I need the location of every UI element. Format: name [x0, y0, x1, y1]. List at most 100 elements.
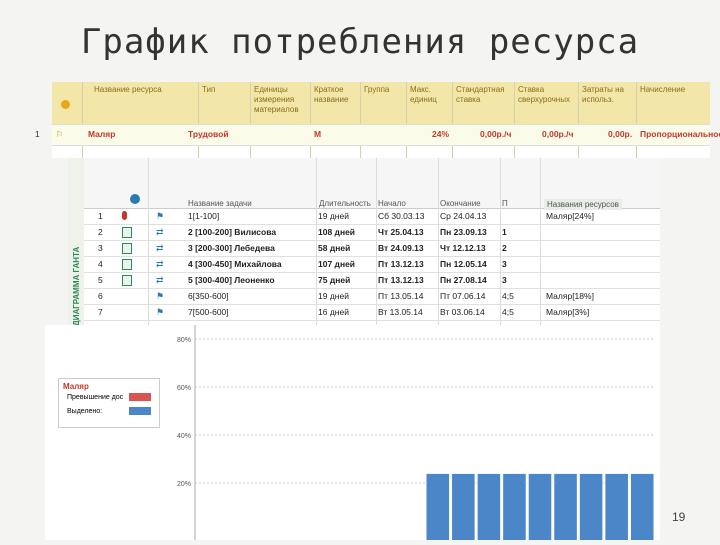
task-start[interactable]: Вт 24.09.13: [378, 243, 424, 253]
task-predecessors[interactable]: 4;5: [502, 307, 514, 317]
resource-cost-use[interactable]: 0,00р.: [608, 129, 632, 139]
task-name[interactable]: 4 [300-450] Михайлова: [188, 259, 282, 269]
task-start[interactable]: Сб 30.03.13: [378, 211, 424, 221]
usage-bar: [527, 472, 553, 542]
resource-usage-chart: 80% 60% 40% 20%: [177, 325, 655, 542]
task-duration[interactable]: 19 дней: [318, 291, 349, 301]
usage-bar: [629, 472, 655, 542]
task-name[interactable]: 5 [300-400] Леоненко: [188, 275, 275, 285]
resource-std-rate[interactable]: 0,00р./ч: [480, 129, 511, 139]
y-tick-label: 40%: [177, 433, 191, 440]
usage-bar: [451, 472, 476, 542]
row-number: 5: [98, 275, 103, 285]
resource-row[interactable]: 1 ⚐ Маляр Трудовой М 24% 0,00р./ч 0,00р.…: [35, 124, 720, 146]
col-header-std-rate[interactable]: Стандартная ставка: [456, 85, 511, 105]
task-start[interactable]: Пт 13.12.13: [378, 275, 424, 285]
col-header-units[interactable]: Единицы измерения материалов: [254, 85, 309, 115]
col-header-duration[interactable]: Длительность: [319, 199, 371, 208]
task-duration[interactable]: 107 дней: [318, 259, 355, 269]
task-duration[interactable]: 108 дней: [318, 227, 355, 237]
col-header-cost-use[interactable]: Затраты на использ.: [582, 85, 630, 105]
resource-graph: 80% 60% 40% 20%: [45, 325, 660, 542]
col-header-start[interactable]: Начало: [378, 199, 406, 208]
person-icon: [122, 211, 127, 220]
manual-schedule-icon: ⚑: [156, 291, 165, 301]
task-name[interactable]: 3 [200-300] Лебедева: [188, 243, 275, 253]
y-tick-label: 20%: [177, 481, 191, 488]
col-header-type[interactable]: Тип: [202, 85, 247, 95]
manual-schedule-icon: ⚑: [156, 211, 165, 221]
task-start[interactable]: Чт 25.04.13: [378, 227, 424, 237]
usage-bar: [476, 472, 502, 542]
gantt-header: Название задачи Длительность Начало Окон…: [84, 158, 660, 210]
task-name[interactable]: 6[350-600]: [188, 291, 229, 301]
chart-legend: Маляр Превышение доступности: Выделено:: [58, 378, 160, 428]
table-row[interactable]: ⚑ 7 7[500-600] 16 дней Вт 13.05.14 Вт 03.06.1…: [84, 304, 660, 321]
view-tab[interactable]: ДИАГРАММА ГАНТА: [68, 158, 84, 328]
table-row[interactable]: ⚑ 6 6[350-600] 19 дней Пт 13.05.14 Пт 07.06.1…: [84, 288, 660, 305]
task-predecessors[interactable]: 3: [502, 275, 507, 285]
usage-bar: [425, 472, 451, 542]
col-header-finish[interactable]: Окончание: [440, 199, 481, 208]
row-number: 2: [98, 227, 103, 237]
task-finish[interactable]: Пн 12.05.14: [440, 259, 487, 269]
task-start[interactable]: Пт 13.05.14: [378, 291, 423, 301]
task-predecessors[interactable]: 4;5: [502, 291, 514, 301]
task-finish[interactable]: Ср 24.04.13: [440, 211, 486, 221]
task-duration[interactable]: 75 дней: [318, 275, 350, 285]
resource-type[interactable]: Трудовой: [188, 129, 229, 139]
legend-alloc-label: Выделено:: [67, 408, 103, 415]
task-start[interactable]: Вт 13.05.14: [378, 307, 423, 317]
col-header-accrue[interactable]: Начисление: [640, 85, 700, 95]
task-predecessors[interactable]: 3: [502, 259, 507, 269]
table-row[interactable]: ⚑ 1 1[1-100] 19 дней Сб 30.03.13 Ср 24.04.13 М…: [84, 208, 660, 225]
usage-bar: [578, 472, 604, 542]
resource-short[interactable]: М: [314, 129, 321, 139]
task-resources[interactable]: Маляр[18%]: [546, 291, 594, 301]
task-finish[interactable]: Пн 27.08.14: [440, 275, 487, 285]
usage-bar: [604, 472, 629, 542]
resource-name[interactable]: Маляр: [88, 129, 115, 139]
task-finish[interactable]: Пт 07.06.14: [440, 291, 485, 301]
task-name[interactable]: 2 [100-200] Вилисова: [188, 227, 276, 237]
page-number: 19: [672, 510, 686, 524]
table-row[interactable]: ⇄ 4 4 [300-450] Михайлова 107 дней Пт 13.12.…: [84, 256, 660, 273]
legend-over-swatch: [129, 393, 151, 401]
resource-sheet-header: Название ресурса Тип Единицы измерения м…: [52, 82, 710, 124]
task-start[interactable]: Пт 13.12.13: [378, 259, 424, 269]
resource-ovt-rate[interactable]: 0,00р./ч: [542, 129, 573, 139]
col-header-task[interactable]: Название задачи: [188, 199, 252, 208]
auto-schedule-icon: ⇄: [156, 259, 164, 269]
task-name[interactable]: 1[1-100]: [188, 211, 219, 221]
gantt-table: ДИАГРАММА ГАНТА Название задачи Длительн…: [68, 158, 660, 328]
task-predecessors[interactable]: 2: [502, 243, 507, 253]
note-icon: [122, 227, 132, 238]
task-finish[interactable]: Чт 12.12.13: [440, 243, 486, 253]
warning-icon: ⚐: [56, 130, 64, 139]
task-predecessors[interactable]: 1: [502, 227, 507, 237]
col-header-pred[interactable]: П: [502, 199, 508, 208]
task-duration[interactable]: 58 дней: [318, 243, 350, 253]
task-resources[interactable]: Маляр[3%]: [546, 307, 589, 317]
resource-accrue[interactable]: Пропорциональное: [640, 129, 720, 139]
manual-schedule-icon: ⚑: [156, 307, 165, 317]
slide-title: График потребления ресурса: [80, 22, 640, 62]
resource-sheet: Название ресурса Тип Единицы измерения м…: [35, 82, 720, 158]
task-finish[interactable]: Пн 23.09.13: [440, 227, 487, 237]
task-duration[interactable]: 16 дней: [318, 307, 349, 317]
task-duration[interactable]: 19 дней: [318, 211, 349, 221]
col-header-max-units[interactable]: Макс. единиц: [410, 85, 450, 105]
table-row[interactable]: ⇄ 2 2 [100-200] Вилисова 108 дней Чт 25.04.1…: [84, 224, 660, 241]
col-header-short[interactable]: Краткое название: [314, 85, 359, 105]
table-row[interactable]: ⇄ 5 5 [300-400] Леоненко 75 дней Пт 13.12.13…: [84, 272, 660, 289]
task-name[interactable]: 7[500-600]: [188, 307, 229, 317]
task-resources[interactable]: Маляр[24%]: [546, 211, 594, 221]
row-number: 1: [98, 211, 103, 221]
resource-max-units[interactable]: 24%: [432, 129, 449, 139]
task-finish[interactable]: Вт 03.06.14: [440, 307, 485, 317]
col-header-group[interactable]: Группа: [364, 85, 404, 95]
col-header-name[interactable]: Название ресурса: [94, 85, 182, 95]
note-icon: [122, 243, 132, 254]
table-row[interactable]: ⇄ 3 3 [200-300] Лебедева 58 дней Вт 24.09.13…: [84, 240, 660, 257]
col-header-ovt-rate[interactable]: Ставка сверхурочных: [518, 85, 573, 105]
